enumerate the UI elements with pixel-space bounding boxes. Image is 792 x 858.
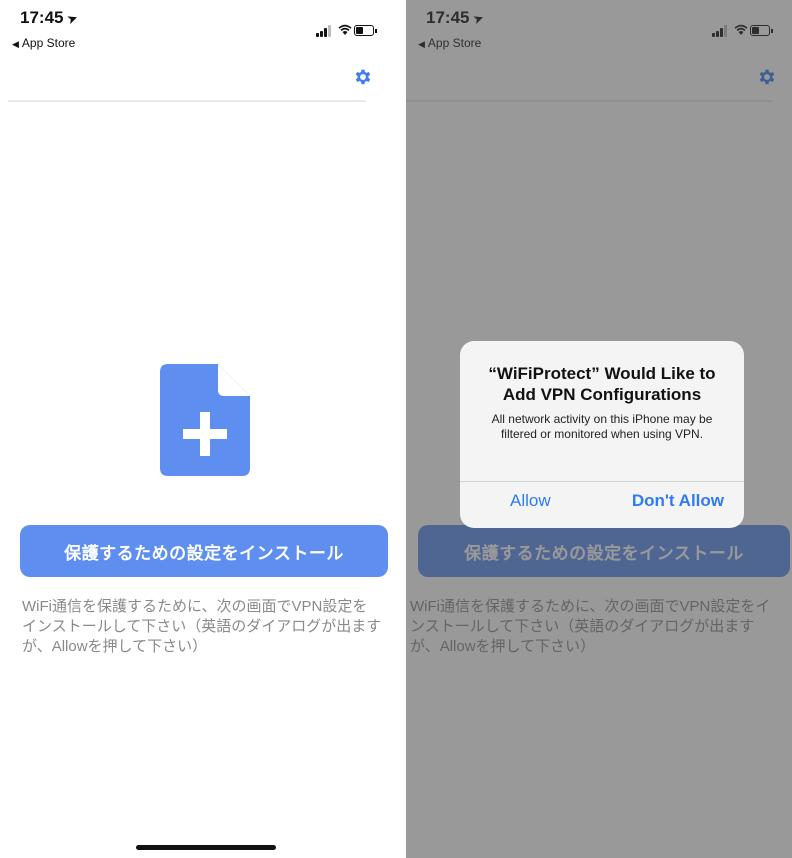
location-arrow-icon: ➤ xyxy=(65,9,81,28)
battery-icon xyxy=(354,25,377,36)
back-label: App Store xyxy=(21,36,76,50)
divider-gutter xyxy=(396,0,406,858)
back-triangle-icon: ◀ xyxy=(12,39,19,49)
allow-button[interactable]: Allow xyxy=(510,491,551,511)
settings-gear-icon[interactable] xyxy=(352,66,374,88)
phone-screen-after: 17:45➤ ◀App Store 保護するための設定をインストール WiFi通… xyxy=(406,0,792,858)
header-divider xyxy=(8,100,366,102)
alert-message: All network activity on this iPhone may … xyxy=(491,412,713,441)
home-indicator[interactable] xyxy=(136,845,276,850)
install-description: WiFi通信を保護するために、次の画面でVPN設定をインストールして下さい（英語… xyxy=(22,598,382,655)
wifi-icon xyxy=(338,24,352,35)
comparison-view: 17:45 ➤ ◀ App Store 保護するための設定をインストール WiFi通… xyxy=(0,0,792,858)
status-bar: 17:45➤ ◀App Store xyxy=(0,0,396,60)
phone-screen-before: 17:45 ➤ ◀ App Store 保護するための設定をインストール WiFi通… xyxy=(0,0,396,858)
dont-allow-button[interactable]: Don't Allow xyxy=(632,491,724,511)
add-document-icon xyxy=(160,364,250,476)
install-settings-button[interactable]: 保護するための設定をインストール xyxy=(20,525,388,577)
system-indicators xyxy=(316,22,377,38)
alert-title: “WiFiProtect” Would Like to Add VPN Conf… xyxy=(488,364,716,404)
back-to-app-store[interactable]: ◀App Store xyxy=(12,36,75,50)
alert-divider xyxy=(460,481,744,482)
vpn-permission-alert: “WiFiProtect” Would Like to Add VPN Conf… xyxy=(460,341,744,528)
status-time: 17:45➤ xyxy=(20,8,81,28)
signal-icon xyxy=(316,25,334,37)
